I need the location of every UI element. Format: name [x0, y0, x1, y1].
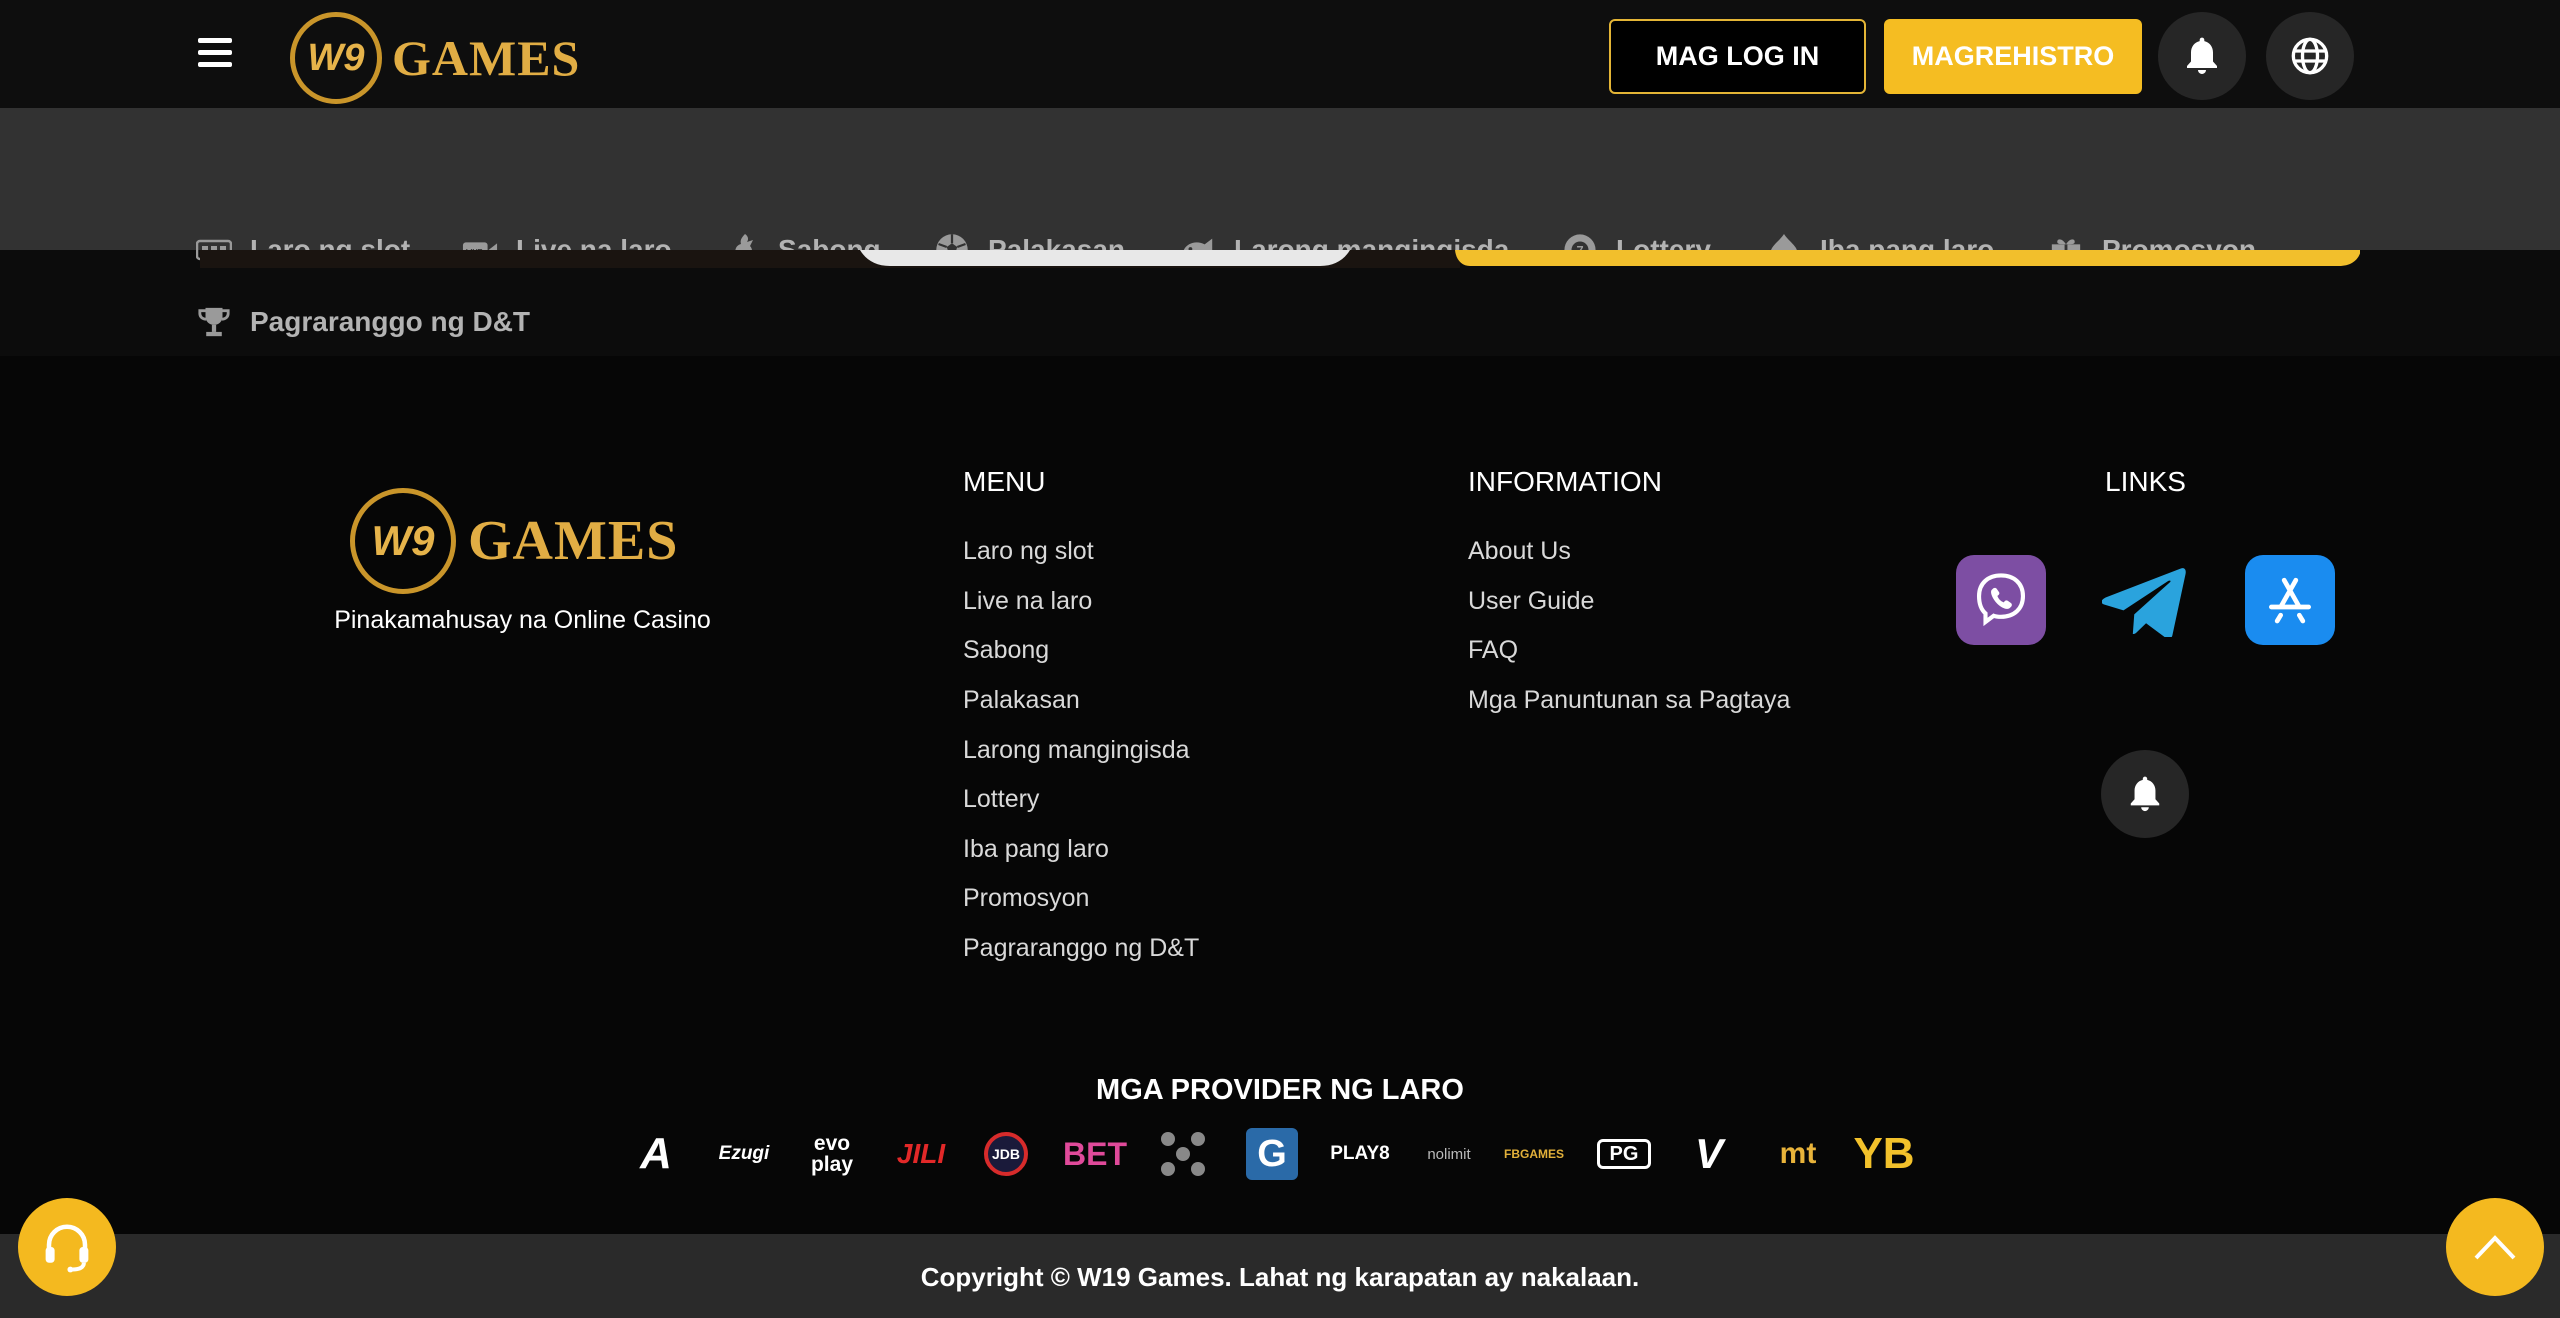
footer-menu-link[interactable]: Sabong: [963, 636, 1049, 665]
provider-logo: mt: [1779, 1137, 1817, 1170]
bell-icon: [2187, 37, 2217, 74]
footer-menu-link[interactable]: Iba pang laro: [963, 835, 1109, 864]
provider-logo: FBGAMES: [1504, 1147, 1564, 1161]
banner-edge: [200, 250, 2360, 268]
logo-wordmark: GAMES: [392, 30, 581, 86]
site-logo[interactable]: W9 GAMES: [290, 12, 580, 104]
footer-menu-link[interactable]: Palakasan: [963, 686, 1080, 715]
footer-menu-link[interactable]: Lottery: [963, 785, 1039, 814]
footer-menu-link[interactable]: Pagraranggo ng D&T: [963, 934, 1199, 963]
provider-logo: nolimit: [1427, 1145, 1471, 1163]
footer-logo: W9 GAMES: [350, 488, 678, 594]
customer-support-button[interactable]: [18, 1198, 116, 1296]
footer-menu-link[interactable]: Live na laro: [963, 587, 1092, 616]
footer-info-link[interactable]: About Us: [1468, 537, 1571, 566]
category-nav: Laro ng slot LIVE Live na laro Sabong Pa…: [0, 108, 2560, 337]
provider-logo: JILI: [896, 1138, 946, 1169]
nav-item-label: Pagraranggo ng D&T: [250, 306, 531, 337]
provider-logo: V: [1694, 1130, 1723, 1177]
footer-menu-link[interactable]: Promosyon: [963, 884, 1089, 913]
footer-info-link[interactable]: FAQ: [1468, 636, 1518, 665]
provider-logo: PLAY8: [1330, 1143, 1390, 1164]
footer-menu-link[interactable]: Larong mangingisda: [963, 736, 1190, 765]
footer-menu-link[interactable]: Laro ng slot: [963, 537, 1094, 566]
footer-tagline: Pinakamahusay na Online Casino: [334, 606, 711, 634]
back-to-top-button[interactable]: [2446, 1198, 2544, 1296]
nav-item-pagraranggo[interactable]: Pagraranggo ng D&T: [196, 304, 530, 340]
chevron-up-icon: [2474, 1235, 2516, 1260]
headset-icon: [45, 1224, 89, 1273]
menu-heading: MENU: [963, 466, 1046, 497]
top-header: W9 GAMES MAG LOG IN MAGREHISTRO: [0, 0, 2560, 108]
globe-icon: [2291, 37, 2329, 75]
provider-logo: [1156, 1128, 1210, 1180]
provider-logo: JDB: [980, 1128, 1032, 1180]
bell-icon: [2130, 776, 2160, 812]
provider-logo: A: [640, 1129, 672, 1178]
provider-logo: G: [1244, 1128, 1300, 1180]
providers-heading: MGA PROVIDER NG LARO: [1096, 1074, 1464, 1106]
telegram-icon[interactable]: [2100, 555, 2190, 645]
footer-info-link[interactable]: Mga Panuntunan sa Pagtaya: [1468, 686, 1790, 715]
logo-mark: W9: [350, 488, 456, 594]
register-button[interactable]: MAGREHISTRO: [1884, 19, 2142, 94]
trophy-icon: [196, 304, 232, 340]
menu-icon[interactable]: [198, 38, 232, 70]
copyright-text: Copyright © W19 Games. Lahat ng karapata…: [920, 1262, 1640, 1292]
information-heading: INFORMATION: [1468, 466, 1662, 497]
logo-mark: W9: [290, 12, 382, 104]
provider-logo: PG: [1596, 1128, 1652, 1180]
login-button[interactable]: MAG LOG IN: [1609, 19, 1866, 94]
logo-wordmark: GAMES: [468, 510, 679, 572]
provider-logo: Ezugi: [718, 1143, 770, 1164]
viber-icon[interactable]: [1956, 555, 2046, 645]
links-heading: LINKS: [2105, 466, 2186, 497]
provider-logo: evo play: [810, 1132, 854, 1176]
provider-logo: BET: [1063, 1135, 1127, 1172]
notification-button[interactable]: [2158, 12, 2246, 100]
app-store-icon[interactable]: [2245, 555, 2335, 645]
footer-info-link[interactable]: User Guide: [1468, 587, 1594, 616]
provider-logo: YB: [1853, 1129, 1915, 1178]
language-button[interactable]: [2266, 12, 2354, 100]
footer-notification-button[interactable]: [2101, 750, 2189, 838]
